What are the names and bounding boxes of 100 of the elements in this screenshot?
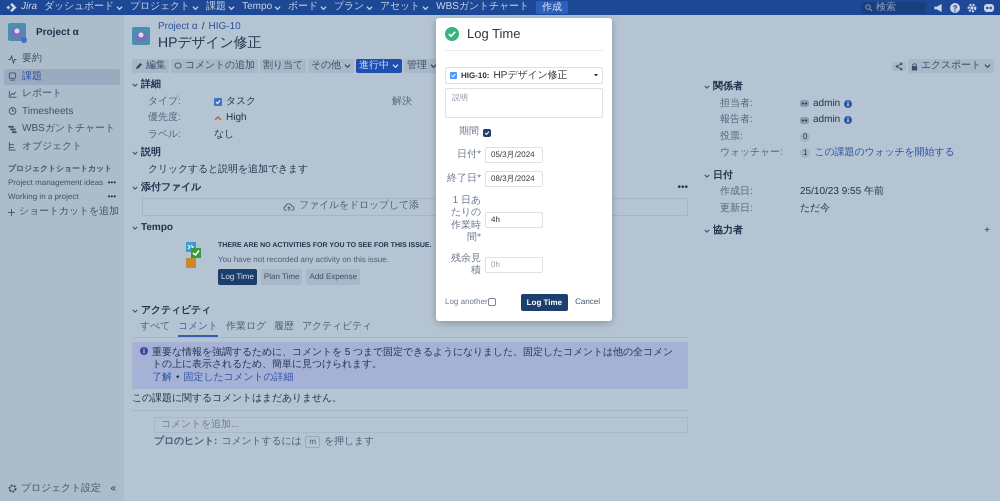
toolbar-button[interactable]: 進行中 [356, 59, 402, 73]
sidebar-item[interactable]: WBSガントチャート [4, 121, 120, 138]
more-button[interactable]: ••• [108, 192, 116, 202]
checkbox[interactable] [483, 128, 491, 136]
tab[interactable]: コメント [178, 321, 218, 337]
sidebar-item[interactable]: レポート [4, 86, 120, 102]
chevron-icon [704, 84, 710, 90]
separator-dot: • [176, 372, 180, 384]
tab[interactable]: アクティビティ [302, 321, 372, 337]
settings-link[interactable]: プロジェクト設定 [21, 482, 101, 495]
description-prompt[interactable]: クリックすると説明を追加できます [132, 164, 308, 176]
toolbar-button[interactable]: 編集 [132, 59, 169, 73]
settings-icon[interactable] [967, 2, 977, 12]
logo-text[interactable]: Jira [21, 1, 38, 14]
comment-field[interactable]: コメントを追加... [154, 416, 688, 433]
shortcut-link[interactable]: Project management ideas [8, 178, 104, 188]
nav-menu[interactable]: アセット [380, 1, 430, 14]
project-avatar-icon [8, 23, 28, 43]
toolbar-button[interactable]: 割り当て [260, 59, 306, 73]
check-circle-icon [445, 27, 459, 42]
nav-menu[interactable]: プロジェクト [130, 1, 200, 14]
create-button[interactable]: 作成 [536, 1, 568, 14]
search-field[interactable]: 検索 [862, 2, 926, 14]
tempo-button[interactable]: Add Expense [306, 268, 360, 285]
nav-menu[interactable]: ボード [288, 1, 328, 14]
tab[interactable]: 作業ログ [226, 321, 266, 337]
issue-select[interactable]: HIG-10: HPデザイン修正 [445, 67, 603, 84]
search-icon [865, 4, 873, 12]
add-shortcut-link[interactable]: ショートカットを追加 [19, 206, 119, 218]
watch-link[interactable]: この課題のウォッチを開始する [814, 147, 954, 160]
section-heading: Tempo [141, 222, 174, 234]
shortcut-link[interactable]: Working in a project [8, 192, 79, 202]
field-label: 更新日: [720, 202, 754, 215]
nav-menu[interactable]: プラン [334, 1, 374, 14]
priority-icon [214, 114, 222, 122]
breadcrumb-link[interactable]: Project α [158, 21, 198, 34]
add-button[interactable]: + [984, 225, 994, 238]
chevron-icon [704, 228, 710, 234]
sidebar-item[interactable]: Timesheets [4, 104, 120, 120]
date-value: ただ今 [800, 202, 830, 215]
sidebar-item[interactable]: 要約 [4, 51, 120, 68]
board-icon [8, 72, 17, 82]
section-heading: 詳細 [141, 79, 161, 92]
notice-link[interactable]: 固定したコメントの詳細 [184, 372, 294, 384]
more-button[interactable]: ••• [108, 178, 116, 188]
breadcrumb-separator: / [202, 21, 204, 34]
breadcrumb-link[interactable]: HIG-10 [208, 21, 241, 34]
export-button[interactable]: エクスポート [908, 59, 994, 73]
input-field[interactable]: 0h [485, 257, 543, 274]
more-button[interactable]: ••• [677, 182, 688, 194]
settings-icon [8, 484, 17, 494]
input-field[interactable]: 05/3月/2024 [485, 146, 543, 163]
info-icon[interactable] [844, 100, 852, 108]
field-value: High [226, 112, 247, 124]
sidebar-item[interactable]: オブジェクト [4, 138, 120, 155]
collapse-button[interactable]: « [110, 482, 120, 495]
field-value: なし [214, 128, 234, 141]
section-heading: 関係者 [713, 81, 743, 94]
tempo-button[interactable]: Log Time [218, 268, 257, 285]
submit-button[interactable]: Log Time [520, 294, 568, 311]
section-heading: 協力者 [713, 225, 743, 238]
field-label: タイプ: [148, 96, 182, 108]
tab[interactable]: すべて [140, 321, 170, 337]
field-label: 報告者: [720, 114, 754, 126]
sidebar-item[interactable]: 課題 [4, 68, 120, 85]
toolbar-button[interactable]: コメントの追加 [171, 59, 258, 73]
nav-menu[interactable]: 課題 [206, 1, 236, 14]
nav-menu[interactable]: Tempo [242, 1, 282, 14]
notice-link[interactable]: 了解 [152, 372, 172, 384]
avatar-icon[interactable] [984, 2, 994, 12]
description-field[interactable]: 説明 [445, 88, 603, 118]
chevron-icon [132, 308, 138, 314]
toolbar-button[interactable]: その他 [308, 59, 354, 73]
drop-zone-text: ファイルをドロップして添 [299, 200, 419, 213]
share-button[interactable] [892, 62, 906, 70]
chevron-icon [132, 185, 138, 192]
chart-icon [8, 90, 17, 99]
nav-menu[interactable]: WBSガントチャート [436, 1, 529, 14]
info-icon [140, 346, 148, 355]
count-badge: 0 [800, 132, 810, 142]
field-label: ラベル: [148, 128, 182, 141]
tab[interactable]: 履歴 [274, 321, 294, 337]
checkbox[interactable] [488, 298, 496, 306]
help-icon[interactable] [950, 2, 960, 12]
nav-menu[interactable]: ダッシュボード [44, 1, 124, 14]
cancel-button[interactable]: Cancel [572, 295, 603, 310]
field-label: 担当者: [720, 98, 754, 110]
caret-icon [392, 63, 399, 69]
project-avatar-icon [132, 27, 150, 45]
info-icon[interactable] [844, 116, 852, 124]
megaphone-icon[interactable] [933, 2, 943, 12]
caret-icon [430, 63, 437, 69]
input-field[interactable]: 08/3月/2024 [485, 170, 543, 187]
project-name: Project α [36, 26, 79, 40]
empty-state-message: You have not recorded any activity on this issue. [218, 254, 390, 265]
chevron-icon [704, 172, 710, 179]
input-field[interactable]: 4h [485, 212, 543, 228]
pencil-icon [135, 62, 143, 70]
notice-text: 重要な情報を強調するために、コメントを 5 つまで固定できるようになりました。固定したコメントは他の全コメントの上に表示されるため、簡単に見つけられます。 [152, 346, 674, 372]
tempo-button[interactable]: Plan Time [260, 268, 302, 285]
